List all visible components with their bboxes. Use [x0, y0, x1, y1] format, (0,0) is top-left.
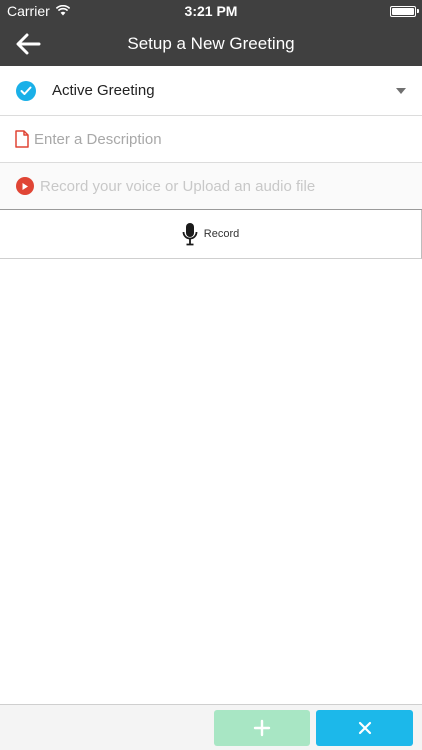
- back-button[interactable]: [12, 30, 44, 58]
- status-bar: Carrier 3:21 PM: [0, 0, 422, 22]
- active-greeting-row[interactable]: Active Greeting: [0, 66, 422, 116]
- plus-icon: [253, 719, 271, 737]
- close-button[interactable]: [316, 710, 413, 746]
- add-button[interactable]: [214, 710, 310, 746]
- x-icon: [358, 721, 371, 735]
- record-hint-row: Record your voice or Upload an audio fil…: [0, 163, 422, 210]
- microphone-icon: [182, 223, 198, 246]
- caret-down-icon[interactable]: [396, 87, 406, 94]
- record-label: Record: [203, 228, 240, 240]
- play-circle-icon: [16, 177, 34, 195]
- checkmark-circle-icon[interactable]: [16, 80, 36, 101]
- battery-fill: [392, 7, 414, 15]
- record-hint-text: Record your voice or Upload an audio fil…: [40, 177, 316, 195]
- status-left: Carrier: [7, 3, 70, 19]
- carrier-label: Carrier: [7, 3, 50, 19]
- record-button[interactable]: Record: [182, 222, 239, 246]
- document-icon: [15, 130, 29, 148]
- battery-icon: [390, 5, 419, 17]
- greeting-setup-screen: Carrier 3:21 PM Setup a New Greeting Act…: [0, 0, 422, 750]
- record-button-row: Record: [0, 210, 422, 259]
- description-row: [0, 116, 422, 163]
- wifi-icon: [55, 3, 70, 19]
- page-title: Setup a New Greeting: [127, 34, 295, 53]
- arrow-left-icon: [16, 33, 41, 55]
- nav-bar: Setup a New Greeting: [0, 22, 422, 66]
- bottom-action-bar: [0, 704, 422, 750]
- description-input[interactable]: [34, 125, 404, 153]
- active-greeting-label: Active Greeting: [52, 82, 155, 99]
